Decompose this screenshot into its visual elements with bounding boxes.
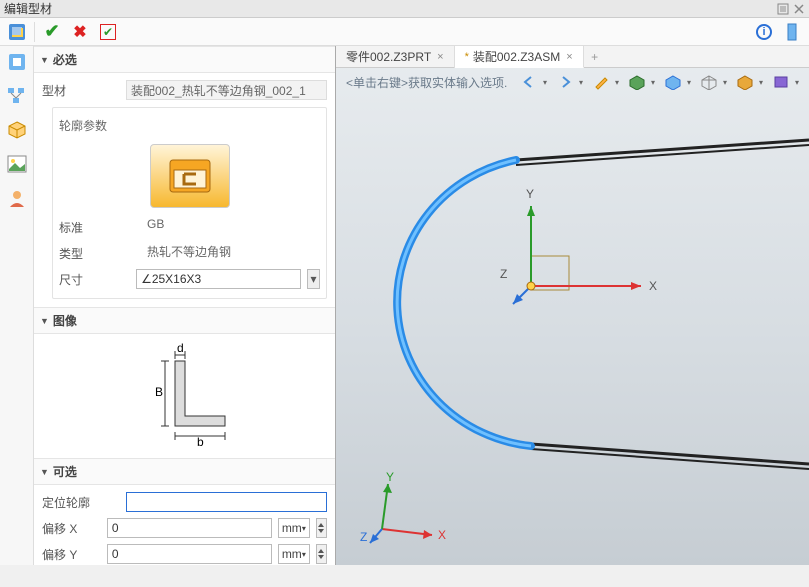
offsetx-stepper[interactable] xyxy=(316,518,327,538)
offsetx-label: 偏移 X xyxy=(42,520,101,537)
user-icon[interactable] xyxy=(7,188,27,208)
collapse-icon: ▼ xyxy=(40,467,49,477)
offsetx-input[interactable] xyxy=(107,518,272,538)
apply-button[interactable]: ✔ xyxy=(97,21,119,43)
expand-button[interactable] xyxy=(781,21,803,43)
dim-B: B xyxy=(155,385,163,399)
cube-icon[interactable] xyxy=(7,120,27,140)
axis-x-small: X xyxy=(438,528,446,542)
left-toolbar xyxy=(0,46,34,565)
document-tabs: 零件002.Z3PRT × * 装配002.Z3ASM × + xyxy=(336,46,809,68)
profile-label: 型材 xyxy=(42,82,120,99)
modified-icon: * xyxy=(465,51,469,63)
offsety-input[interactable] xyxy=(107,544,272,564)
axis-z-small: Z xyxy=(360,530,367,544)
section-optional[interactable]: ▼ 可选 xyxy=(34,458,335,485)
collapse-icon: ▼ xyxy=(40,55,49,65)
property-panel: ▼ 必选 型材 轮廓参数 标准 GB 类型 热轧不等边角钢 xyxy=(34,46,336,565)
offsety-label: 偏移 Y xyxy=(42,546,101,563)
locate-profile-input[interactable] xyxy=(126,492,327,512)
type-value: 热轧不等边角钢 xyxy=(143,243,320,263)
panel-title: 编辑型材 xyxy=(4,0,773,17)
orientation-triad: X Y Z xyxy=(342,469,452,559)
feature-icon[interactable] xyxy=(6,21,28,43)
type-label: 类型 xyxy=(59,245,137,262)
section-label: 图像 xyxy=(53,312,77,329)
params-label: 轮廓参数 xyxy=(59,117,107,134)
tab-label: 装配002.Z3ASM xyxy=(473,48,560,65)
offsetx-unit[interactable]: mm▾ xyxy=(278,518,310,538)
confirm-toolbar: ✔ ✖ ✔ i xyxy=(0,18,809,46)
title-bar: 编辑型材 xyxy=(0,0,809,18)
locate-profile-label: 定位轮廓 xyxy=(42,494,120,511)
tab-assembly[interactable]: * 装配002.Z3ASM × xyxy=(455,46,584,68)
section-image[interactable]: ▼ 图像 xyxy=(34,307,335,334)
axis-y-small: Y xyxy=(386,470,394,484)
assembly-tree-icon[interactable] xyxy=(7,52,27,72)
tab-label: 零件002.Z3PRT xyxy=(346,48,431,65)
size-dropdown-arrow[interactable]: ▾ xyxy=(307,269,320,289)
close-panel-icon[interactable] xyxy=(793,3,805,15)
dock-icon[interactable] xyxy=(777,3,789,15)
standard-label: 标准 xyxy=(59,219,137,236)
dim-d: d xyxy=(177,341,184,355)
viewport[interactable]: 零件002.Z3PRT × * 装配002.Z3ASM × + <单击右键>获取… xyxy=(336,46,809,565)
tab-add-button[interactable]: + xyxy=(584,50,606,64)
ok-button[interactable]: ✔ xyxy=(41,21,63,43)
profile-diagram: d B b xyxy=(34,334,335,458)
size-dropdown[interactable] xyxy=(136,269,301,289)
section-required[interactable]: ▼ 必选 xyxy=(34,46,335,73)
offsety-unit[interactable]: mm▾ xyxy=(278,544,310,564)
standard-value: GB xyxy=(143,217,320,237)
profile-thumbnail[interactable] xyxy=(150,144,230,208)
section-label: 可选 xyxy=(53,463,77,480)
tab-part[interactable]: 零件002.Z3PRT × xyxy=(336,46,455,68)
picture-icon[interactable] xyxy=(7,154,27,174)
dim-b: b xyxy=(197,435,204,449)
collapse-icon: ▼ xyxy=(40,316,49,326)
axis-y: Y xyxy=(526,187,534,201)
cancel-button[interactable]: ✖ xyxy=(69,21,91,43)
tab-close-icon[interactable]: × xyxy=(437,51,443,63)
axis-x: X xyxy=(649,279,657,293)
tree-icon[interactable] xyxy=(7,86,27,106)
profile-value[interactable] xyxy=(126,80,327,100)
offsety-stepper[interactable] xyxy=(316,544,327,564)
size-label: 尺寸 xyxy=(59,271,130,288)
section-label: 必选 xyxy=(53,51,77,68)
tab-close-icon[interactable]: × xyxy=(566,51,572,63)
axis-z: Z xyxy=(500,267,507,281)
info-button[interactable]: i xyxy=(753,21,775,43)
